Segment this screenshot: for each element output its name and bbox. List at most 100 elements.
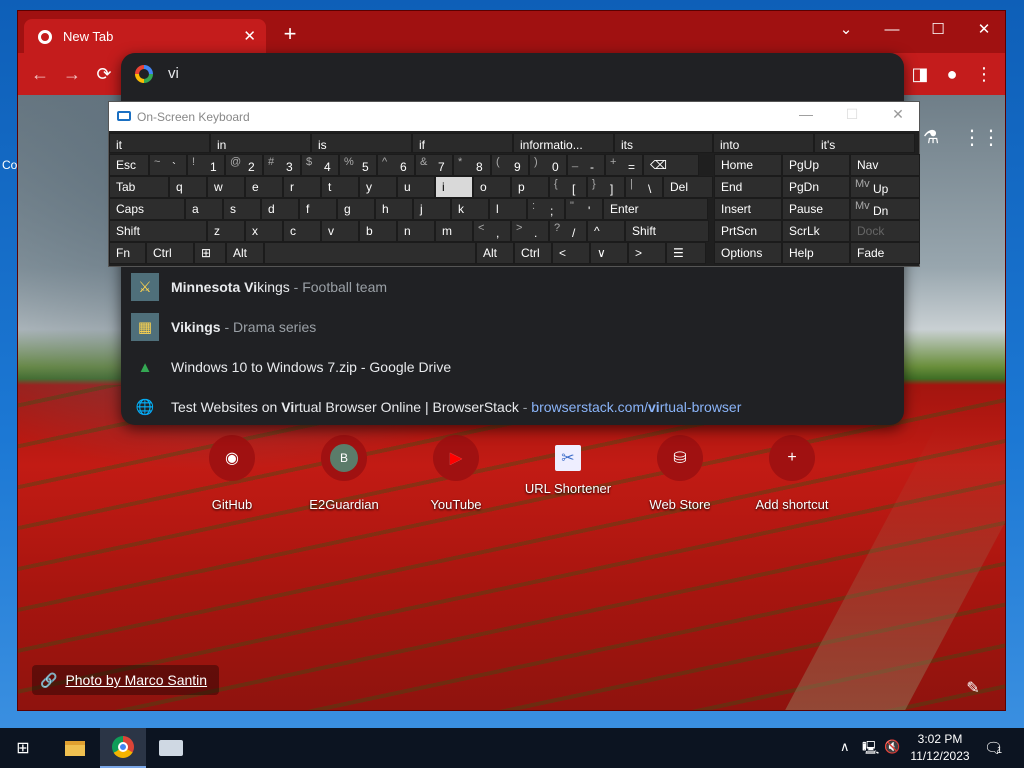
tray-chevron-icon[interactable]: ∧ — [840, 739, 850, 755]
osk-key[interactable]: Tab — [109, 176, 169, 198]
labs-icon[interactable]: ⚗ — [923, 127, 939, 148]
minimize-button[interactable]: — — [869, 15, 915, 45]
osk-key[interactable]: (9 — [491, 154, 529, 176]
shortcut-tile[interactable]: ◉ GitHub — [176, 435, 288, 512]
clock[interactable]: 3:02 PM 11/12/2023 — [904, 731, 976, 765]
osk-side-key[interactable]: Nav — [850, 154, 920, 176]
prediction-5[interactable]: its — [614, 133, 713, 153]
osk-key[interactable]: #3 — [263, 154, 301, 176]
osk-key[interactable]: z — [207, 220, 245, 242]
osk-key[interactable]: ⊞ — [194, 242, 226, 264]
osk-title-bar[interactable]: On-Screen Keyboard — ☐ ✕ — [109, 102, 919, 131]
osk-side-key[interactable]: Mv Up — [850, 176, 920, 198]
osk-key[interactable]: Alt — [476, 242, 514, 264]
prediction-1[interactable]: in — [210, 133, 311, 153]
file-explorer-icon[interactable] — [52, 728, 98, 768]
osk-side-key[interactable]: PgUp — [782, 154, 850, 176]
osk-key[interactable]: k — [451, 198, 489, 220]
osk-side-key[interactable]: Fade — [850, 242, 920, 264]
osk-key[interactable]: < — [552, 242, 590, 264]
osk-key[interactable]: w — [207, 176, 245, 198]
omnibox-suggestion[interactable]: ⚔ Minnesota Vikings - Football team — [121, 267, 904, 307]
osk-key[interactable]: m — [435, 220, 473, 242]
osk-side-key[interactable]: Insert — [714, 198, 782, 220]
volume-muted-icon[interactable]: 🔇 — [884, 739, 900, 755]
osk-key[interactable]: ☰ — [666, 242, 706, 264]
new-tab-button[interactable]: + — [278, 21, 302, 47]
apps-grid-icon[interactable]: ⋮⋮⋮ — [962, 125, 1005, 150]
reload-icon[interactable]: ⟳ — [92, 65, 116, 83]
osk-key[interactable]: Caps — [109, 198, 185, 220]
prediction-0[interactable]: it — [109, 133, 210, 153]
shortcut-tile[interactable]: ▶ YouTube — [400, 435, 512, 512]
osk-side-key[interactable]: Home — [714, 154, 782, 176]
osk-key[interactable]: ^ — [587, 220, 625, 242]
prediction-3[interactable]: if — [412, 133, 513, 153]
osk-side-key[interactable]: End — [714, 176, 782, 198]
osk-key[interactable]: Alt — [226, 242, 264, 264]
osk-key[interactable]: Shift — [625, 220, 709, 242]
back-icon[interactable]: ← — [28, 65, 52, 83]
osk-side-key[interactable]: Options — [714, 242, 782, 264]
menu-icon[interactable]: ⋮ — [972, 65, 996, 83]
osk-key[interactable]: " ' — [565, 198, 603, 220]
osk-key[interactable]: >. — [511, 220, 549, 242]
osk-close-button[interactable]: ✕ — [875, 106, 921, 123]
osk-key[interactable]: Ctrl — [514, 242, 552, 264]
start-button[interactable]: ⊞ — [0, 728, 46, 768]
desktop-icon-label[interactable]: Co — [2, 158, 17, 172]
osk-key[interactable]: ? / — [549, 220, 587, 242]
osk-taskbar-icon[interactable] — [148, 728, 194, 768]
osk-key[interactable]: v — [321, 220, 359, 242]
prediction-6[interactable]: into — [713, 133, 814, 153]
side-panel-icon[interactable]: ◨ — [908, 65, 932, 83]
osk-key[interactable]: x — [245, 220, 283, 242]
osk-key[interactable]: {[ — [549, 176, 587, 198]
omnibox-suggestion[interactable]: 🌐 Test Websites on Virtual Browser Online… — [121, 387, 904, 427]
osk-key[interactable] — [264, 242, 476, 264]
osk-key[interactable]: t — [321, 176, 359, 198]
osk-key[interactable]: i — [435, 176, 473, 198]
omnibox-suggestion[interactable]: ▲ Windows 10 to Windows 7.zip - Google Dr… — [121, 347, 904, 387]
osk-key[interactable]: ⌫ — [643, 154, 699, 176]
osk-key[interactable]: r — [283, 176, 321, 198]
osk-side-key[interactable]: PgDn — [782, 176, 850, 198]
osk-key[interactable]: s — [223, 198, 261, 220]
osk-key[interactable]: & 7 — [415, 154, 453, 176]
photo-credit-link[interactable]: 🔗 Photo by Marco Santin — [32, 665, 220, 695]
osk-key[interactable]: _ - — [567, 154, 605, 176]
osk-key[interactable]: Fn — [109, 242, 146, 264]
tab-new-tab[interactable]: New Tab ✕ — [24, 19, 266, 53]
osk-key[interactable]: ! 1 — [187, 154, 225, 176]
osk-key[interactable]: ∨ — [590, 242, 628, 264]
osk-key[interactable]: ~ ` — [149, 154, 187, 176]
osk-key[interactable]: Del — [663, 176, 713, 198]
osk-key[interactable]: :; — [527, 198, 565, 220]
osk-key[interactable]: q — [169, 176, 207, 198]
osk-key[interactable]: d — [261, 198, 299, 220]
profile-icon[interactable]: ● — [940, 65, 964, 83]
osk-key[interactable]: g — [337, 198, 375, 220]
osk-minimize-button[interactable]: — — [783, 106, 829, 122]
tab-close-icon[interactable]: ✕ — [243, 27, 256, 45]
osk-key[interactable]: h — [375, 198, 413, 220]
prediction-7[interactable]: it's — [814, 133, 915, 153]
osk-key[interactable]: | \ — [625, 176, 663, 198]
osk-key[interactable]: Ctrl — [146, 242, 194, 264]
shortcut-tile[interactable]: ⛁ Web Store — [624, 435, 736, 512]
tab-search-dropdown-icon[interactable]: ⌄ — [823, 15, 869, 45]
osk-key[interactable]: e — [245, 176, 283, 198]
osk-key[interactable]: + = — [605, 154, 643, 176]
customize-pencil-icon[interactable]: ✎ — [958, 674, 988, 704]
shortcut-tile[interactable]: ✂ URL Shortener — [512, 435, 624, 496]
osk-key[interactable]: a — [185, 198, 223, 220]
osk-side-key[interactable]: Mv Dn — [850, 198, 920, 220]
omnibox-input[interactable]: vi — [168, 65, 179, 82]
osk-key[interactable]: % 5 — [339, 154, 377, 176]
shortcut-tile[interactable]: + Add shortcut — [736, 435, 848, 512]
maximize-button[interactable]: ☐ — [915, 15, 961, 45]
osk-key[interactable]: f — [299, 198, 337, 220]
osk-key[interactable]: ) 0 — [529, 154, 567, 176]
osk-key[interactable]: Enter — [603, 198, 708, 220]
notifications-icon[interactable]: 🗨1 — [984, 739, 1003, 757]
